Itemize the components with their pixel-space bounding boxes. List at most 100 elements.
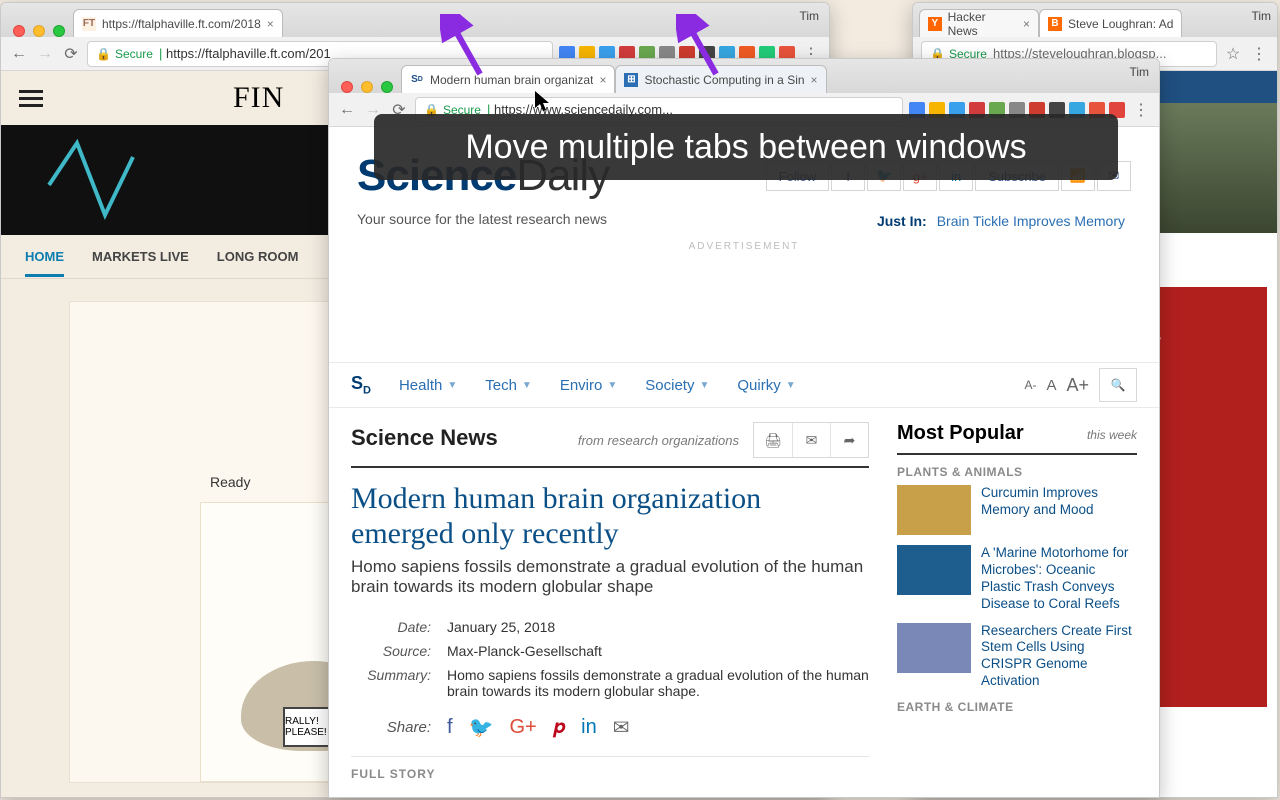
mp-item[interactable]: Researchers Create First Stem Cells Usin… — [897, 623, 1137, 691]
sd-favicon-icon: ⊞ — [624, 73, 638, 87]
nav-markets-live[interactable]: MARKETS LIVE — [92, 249, 189, 264]
alphaville-wave-icon — [41, 135, 161, 225]
nav-tech[interactable]: Tech▼ — [485, 377, 532, 394]
mp-category: PLANTS & ANIMALS — [897, 465, 1137, 479]
share-facebook-icon[interactable]: f — [447, 716, 453, 739]
mp-item-title: Researchers Create First Stem Cells Usin… — [981, 623, 1137, 691]
article-headline[interactable]: Modern human brain organization emerged … — [351, 482, 869, 551]
ft-logo: FIN — [233, 81, 284, 115]
share-label: Share: — [351, 719, 431, 736]
browser-tab-blogger[interactable]: B Steve Loughran: Ad — [1039, 9, 1182, 37]
close-tab-icon[interactable]: × — [267, 17, 274, 31]
section-heading: Science News — [351, 425, 498, 451]
forward-icon[interactable]: → — [35, 45, 55, 63]
blogger-favicon-icon: B — [1048, 17, 1062, 31]
font-larger-button[interactable]: A+ — [1066, 375, 1089, 396]
browser-tab-ft[interactable]: FT https://ftalphaville.ft.com/2018 × — [73, 9, 283, 37]
share-gplus-icon[interactable]: G+ — [509, 716, 536, 739]
url-text: https://ftalphaville.ft.com/201 — [166, 46, 331, 61]
zoom-window-button[interactable] — [381, 81, 393, 93]
sd-category-nav: SD Health▼ Tech▼ Enviro▼ Society▼ Quirky… — [329, 362, 1159, 408]
mp-title: Most Popular — [897, 422, 1024, 445]
meta-summary-value: Homo sapiens fossils demonstrate a gradu… — [447, 667, 869, 699]
article-action-icons: 🖨 ✉ ➦ — [753, 422, 869, 458]
meta-summary-label: Summary: — [351, 667, 431, 699]
tab-label: Hacker News — [948, 10, 1017, 38]
share-twitter-icon[interactable]: 🐦 — [469, 715, 494, 740]
close-window-button[interactable] — [13, 25, 25, 37]
just-in-label: Just In: — [877, 213, 927, 229]
share-linkedin-icon[interactable]: in — [581, 716, 597, 739]
ft-favicon-icon: FT — [82, 17, 96, 31]
meta-source-label: Source: — [351, 643, 431, 659]
reload-icon[interactable]: ⟳ — [61, 44, 81, 64]
share-row: Share: f 🐦 G+ 𝒑 in ✉ — [351, 703, 869, 756]
meta-source-value: Max-Planck-Gesellschaft — [447, 643, 602, 659]
print-icon[interactable]: 🖨 — [754, 423, 792, 457]
nav-quirky[interactable]: Quirky▼ — [737, 377, 795, 394]
article-subhead: Homo sapiens fossils demonstrate a gradu… — [351, 557, 869, 597]
close-tab-icon[interactable]: × — [1023, 17, 1030, 31]
thumb-image — [897, 623, 971, 673]
share-email-icon[interactable]: ✉ — [613, 715, 630, 740]
ad-placeholder: ADVERTISEMENT — [329, 235, 1159, 362]
profile-name[interactable]: Tim — [1129, 65, 1149, 79]
back-icon[interactable]: ← — [9, 45, 29, 63]
share-icon[interactable]: ➦ — [830, 423, 868, 457]
close-tab-icon[interactable]: × — [811, 73, 818, 87]
window-controls — [335, 71, 401, 93]
full-story-heading: FULL STORY — [351, 756, 869, 781]
close-tab-icon[interactable]: × — [599, 73, 606, 87]
browser-tab-sd1[interactable]: SD Modern human brain organizat × — [401, 65, 615, 93]
share-pinterest-icon[interactable]: 𝒑 — [553, 716, 565, 739]
menu-icon[interactable]: ⋮ — [1249, 44, 1269, 64]
nav-society[interactable]: Society▼ — [645, 377, 709, 394]
tab-label: https://ftalphaville.ft.com/2018 — [102, 17, 261, 31]
mp-item-title: A 'Marine Motorhome for Microbes': Ocean… — [981, 545, 1137, 613]
mp-subtitle: this week — [1087, 428, 1137, 442]
profile-name[interactable]: Tim — [1251, 9, 1271, 23]
instruction-banner: Move multiple tabs between windows — [374, 114, 1118, 180]
mp-item[interactable]: A 'Marine Motorhome for Microbes': Ocean… — [897, 545, 1137, 613]
nav-health[interactable]: Health▼ — [399, 377, 457, 394]
nav-home[interactable]: HOME — [25, 249, 64, 277]
profile-name[interactable]: Tim — [799, 9, 819, 23]
thumb-image — [897, 545, 971, 595]
mp-item-title: Curcumin Improves Memory and Mood — [981, 485, 1137, 535]
window-controls — [7, 15, 73, 37]
nav-longroom[interactable]: LONG ROOM — [217, 249, 299, 264]
tagline: Your source for the latest research news — [329, 211, 635, 233]
instruction-arrow-icon — [440, 14, 500, 84]
minimize-window-button[interactable] — [361, 81, 373, 93]
tabstrip: Y Hacker News × B Steve Loughran: Ad Tim — [913, 3, 1277, 37]
article-main: Science News from research organizations… — [351, 422, 869, 781]
minimize-window-button[interactable] — [33, 25, 45, 37]
search-icon[interactable]: 🔍 — [1099, 368, 1137, 402]
sd-content: ScienceDaily Follow f 🐦 g+ in Subscribe … — [329, 127, 1159, 797]
hn-favicon-icon: Y — [928, 17, 942, 31]
sidebar-most-popular: Most Popular this week PLANTS & ANIMALS … — [897, 422, 1137, 781]
browser-tab-hn[interactable]: Y Hacker News × — [919, 9, 1039, 37]
back-icon[interactable]: ← — [337, 101, 357, 119]
email-article-icon[interactable]: ✉ — [792, 423, 830, 457]
thumb-image — [897, 485, 971, 535]
cursor-icon — [534, 90, 552, 117]
close-window-button[interactable] — [341, 81, 353, 93]
mp-category: EARTH & CLIMATE — [897, 700, 1137, 714]
nav-enviro[interactable]: Enviro▼ — [560, 377, 617, 394]
menu-icon[interactable]: ⋮ — [1131, 100, 1151, 120]
just-in-link[interactable]: Brain Tickle Improves Memory — [937, 213, 1125, 229]
instruction-arrow-icon — [676, 14, 736, 84]
meta-date-label: Date: — [351, 619, 431, 635]
section-subtitle: from research organizations — [578, 433, 739, 448]
zoom-window-button[interactable] — [53, 25, 65, 37]
mp-item[interactable]: Curcumin Improves Memory and Mood — [897, 485, 1137, 535]
tab-label: Steve Loughran: Ad — [1068, 17, 1173, 31]
bookmark-star-icon[interactable]: ☆ — [1223, 44, 1243, 64]
sd-small-logo-icon[interactable]: SD — [351, 373, 371, 397]
hamburger-icon[interactable] — [19, 90, 43, 107]
meta-date-value: January 25, 2018 — [447, 619, 555, 635]
sd-favicon-icon: SD — [410, 73, 424, 87]
font-smaller-button[interactable]: A- — [1024, 378, 1036, 392]
font-normal-button[interactable]: A — [1046, 377, 1056, 394]
